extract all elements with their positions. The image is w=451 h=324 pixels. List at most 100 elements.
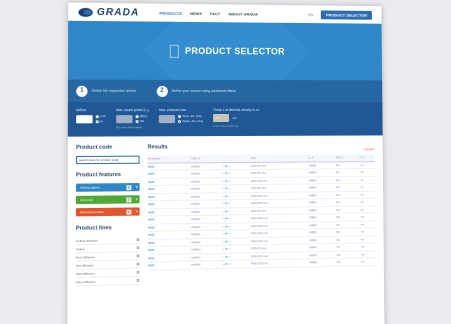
airflow-pattern-icon: —✛—	[222, 259, 251, 269]
brand-name: GRADA	[96, 6, 140, 18]
filter-row: m³/h l/s	[76, 114, 106, 123]
throw-filter: Throw L at terminal velocity in m/ 0.2 m…	[213, 108, 259, 130]
cell-sound: <8800	[308, 258, 337, 267]
results-heading: Results	[147, 144, 168, 151]
radio-icon	[178, 119, 182, 123]
step-2: 2 Refine your search using additional fi…	[156, 85, 236, 97]
chevron-down-icon: ∨	[135, 184, 139, 190]
unit-options: Total, ΔPₜ (Pa) Static, ΔPₛ (Pa)	[178, 114, 203, 123]
language-select[interactable]: EN	[308, 12, 313, 17]
nav-link-news[interactable]: NEWS	[190, 10, 202, 15]
filter-note: No room attenuation	[116, 125, 142, 130]
unit-label: NR	[139, 119, 144, 124]
product-line-label: Duct diffusers	[75, 254, 95, 260]
filter-label: Max. pressure loss	[159, 108, 186, 113]
filter-row: 0.2 m/s	[213, 113, 259, 123]
radio-icon	[136, 278, 140, 282]
airflow-input[interactable]	[76, 114, 93, 123]
cell-type: wall/jet	[191, 260, 223, 269]
hero-banner: PRODUCT SELECTOR	[67, 20, 383, 81]
hero-title: PRODUCT SELECTOR	[185, 45, 285, 57]
search-placeholder: search here for product code	[79, 157, 119, 163]
product-line-item[interactable]: Floor diffusers	[75, 276, 140, 287]
radio-icon	[135, 119, 139, 123]
unit-option[interactable]: m³/h	[95, 114, 106, 119]
filter-note: 0.15 m/s or 0.25 m/s	[213, 123, 239, 129]
airflow-filter: Airflow m³/h l/s	[76, 108, 106, 130]
radio-icon	[136, 270, 140, 274]
unit-option[interactable]: l/s	[95, 119, 106, 124]
throw-unit: m/s	[232, 115, 237, 120]
radio-icon	[136, 246, 140, 250]
cell-throw: ~m	[360, 257, 377, 266]
unit-option[interactable]: NR	[135, 119, 148, 124]
sidebar: Product code search here for product cod…	[75, 144, 140, 287]
step-number: 2	[156, 85, 168, 97]
feature-count-badge: 2	[126, 196, 132, 202]
cell-size: 400x150 mm	[250, 258, 309, 268]
cell-throw: ~m	[359, 175, 376, 184]
throw-input[interactable]: 0.2	[213, 113, 230, 123]
pressure-filter: Max. pressure loss Total, ΔPₜ (Pa) Stati…	[159, 108, 203, 130]
results-table: Product ▾ Type ▾ Size Lₚ A ΔPt ▾ Lt ▾ 46…	[147, 154, 377, 270]
feature-mounting-bracket[interactable]: Mounting bracket 2 ∨	[75, 207, 140, 217]
unit-option[interactable]: Static, ΔPₛ (Pa)	[178, 119, 203, 123]
filter-row: dB(A) NR	[116, 114, 149, 123]
product-line-label: Slot diffusers	[75, 262, 94, 268]
product-line-label: Floor diffusers	[75, 279, 96, 284]
feature-duct-plan[interactable]: Duct plan 2 ∨	[75, 195, 140, 205]
main-content: Product code search here for product cod…	[67, 135, 384, 294]
nav-link-products[interactable]: PRODUCTS	[159, 10, 182, 15]
cell-pressure: Pa	[336, 257, 361, 266]
unit-options: dB(A) NR	[135, 114, 148, 124]
brand-logo[interactable]: GRADA	[78, 6, 139, 18]
cell-throw: ~m	[359, 168, 376, 177]
nav-link-about[interactable]: ABOUT GRADA	[228, 11, 258, 16]
unit-label: dB(A)	[139, 114, 148, 119]
unit-option[interactable]: Total, ΔPₜ (Pa)	[178, 114, 203, 118]
unit-label: Static, ΔPₛ (Pa)	[182, 119, 204, 124]
product-code-search-input[interactable]: search here for product code	[76, 155, 140, 165]
chevron-down-icon: ∨	[135, 196, 139, 202]
radio-icon	[136, 237, 140, 242]
feature-airflow-pattern[interactable]: Airflow pattern 2 ∨	[75, 183, 140, 192]
unit-label: l/s	[99, 119, 103, 124]
radio-icon	[95, 119, 99, 124]
feature-label: Mounting bracket	[80, 209, 104, 215]
filter-label: Airflow	[76, 108, 87, 113]
product-line-label: Grilles	[75, 246, 85, 251]
pressure-input[interactable]	[159, 114, 176, 123]
reset-button[interactable]: x RESET	[363, 147, 375, 151]
unit-option[interactable]: dB(A)	[135, 114, 148, 119]
step-text: Define the requested airflow	[91, 88, 137, 93]
radio-icon	[136, 254, 140, 258]
filter-label: Throw L at terminal velocity in m/	[213, 107, 260, 113]
cell-throw: ~m	[359, 161, 376, 169]
sound-input[interactable]	[116, 114, 133, 123]
radio-icon	[95, 114, 99, 118]
grada-logo-icon	[78, 7, 93, 17]
product-features-heading: Product features	[76, 171, 121, 179]
step-text: Refine your search using additional filt…	[171, 88, 236, 94]
chevron-down-icon: ∨	[135, 208, 139, 214]
feature-label: Airflow pattern	[80, 185, 100, 190]
unit-options: m³/h l/s	[95, 114, 106, 124]
radio-icon	[135, 114, 139, 118]
unit-label: Total, ΔPₜ (Pa)	[182, 114, 202, 119]
radio-icon	[136, 262, 140, 266]
screenshot-background: GRADA PRODUCTS NEWS FACT ABOUT GRADA EN …	[0, 0, 451, 324]
radio-icon	[178, 114, 182, 118]
filter-label: Max. sound power (Lₚ)	[116, 108, 149, 113]
product-line-label: Ceiling diffusers	[75, 238, 98, 243]
nav-link-fact[interactable]: FACT	[210, 11, 220, 16]
feature-label: Duct plan	[80, 197, 94, 202]
cell-product[interactable]: 4600	[147, 261, 192, 270]
feature-count-badge: 2	[126, 184, 132, 190]
unit-label: m³/h	[99, 114, 106, 119]
filter-row: Total, ΔPₜ (Pa) Static, ΔPₛ (Pa)	[159, 114, 203, 123]
product-selector-button[interactable]: PRODUCT SELECTOR	[321, 9, 372, 20]
results-panel: Results x RESET Product ▾ Type ▾ Size Lₚ…	[148, 143, 377, 284]
document-icon	[170, 44, 180, 58]
step-1: 1 Define the requested airflow	[76, 85, 137, 97]
throw-value: 0.2	[215, 116, 220, 121]
